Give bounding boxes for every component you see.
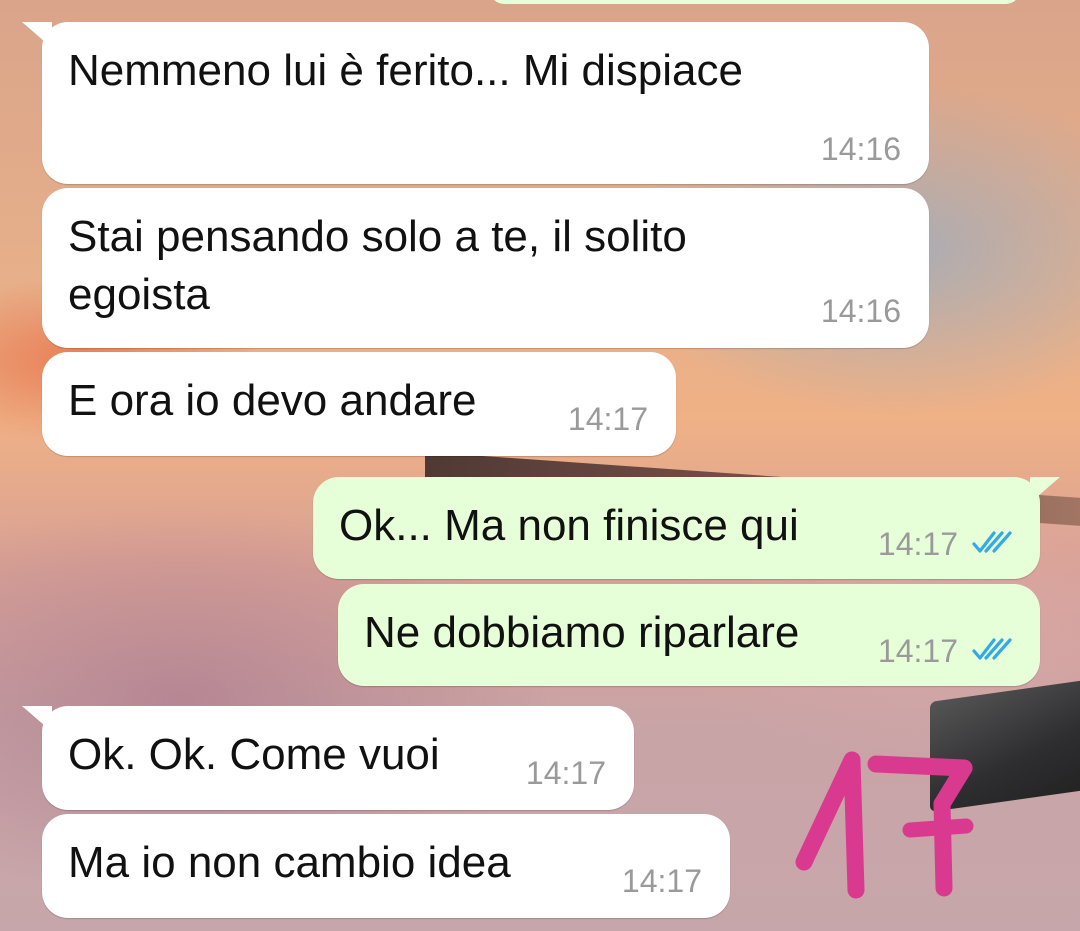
message-text: Nemmeno lui è ferito... Mi dispiace bbox=[68, 46, 743, 95]
message-time: 14:17 bbox=[621, 863, 702, 899]
message-time: 14:17 bbox=[877, 633, 958, 669]
message-time: 14:17 bbox=[567, 401, 648, 437]
double-check-icon bbox=[972, 638, 1012, 660]
message-text: Ne dobbiamo riparlare bbox=[364, 608, 800, 657]
previous-message-edge bbox=[490, 0, 1020, 4]
double-check-icon bbox=[972, 531, 1012, 553]
message-text: Ok... Ma non finisce qui bbox=[339, 501, 799, 550]
incoming-message[interactable]: Ma io non cambio idea 14:17 bbox=[42, 814, 730, 918]
incoming-message[interactable]: E ora io devo andare 14:17 bbox=[42, 352, 676, 456]
message-text: E ora io devo andare bbox=[68, 376, 477, 425]
message-time: 14:17 bbox=[877, 526, 958, 562]
outgoing-message[interactable]: Ne dobbiamo riparlare 14:17 bbox=[338, 584, 1040, 686]
outgoing-message[interactable]: Ok... Ma non finisce qui 14:17 bbox=[313, 477, 1060, 579]
incoming-message[interactable]: Stai pensando solo a te, il solito egois… bbox=[42, 188, 929, 348]
message-text: Stai pensando solo a te, il solito egois… bbox=[68, 212, 687, 319]
incoming-message[interactable]: Ok. Ok. Come vuoi 14:17 bbox=[22, 706, 634, 810]
incoming-message[interactable]: Nemmeno lui è ferito... Mi dispiace 14:1… bbox=[22, 22, 929, 184]
message-time: 14:16 bbox=[820, 293, 901, 329]
message-text: Ok. Ok. Come vuoi bbox=[68, 730, 440, 779]
message-time: 14:16 bbox=[820, 131, 901, 167]
message-time: 14:17 bbox=[525, 755, 606, 791]
message-text: Ma io non cambio idea bbox=[68, 838, 511, 887]
handwritten-17-annotation bbox=[795, 751, 974, 899]
